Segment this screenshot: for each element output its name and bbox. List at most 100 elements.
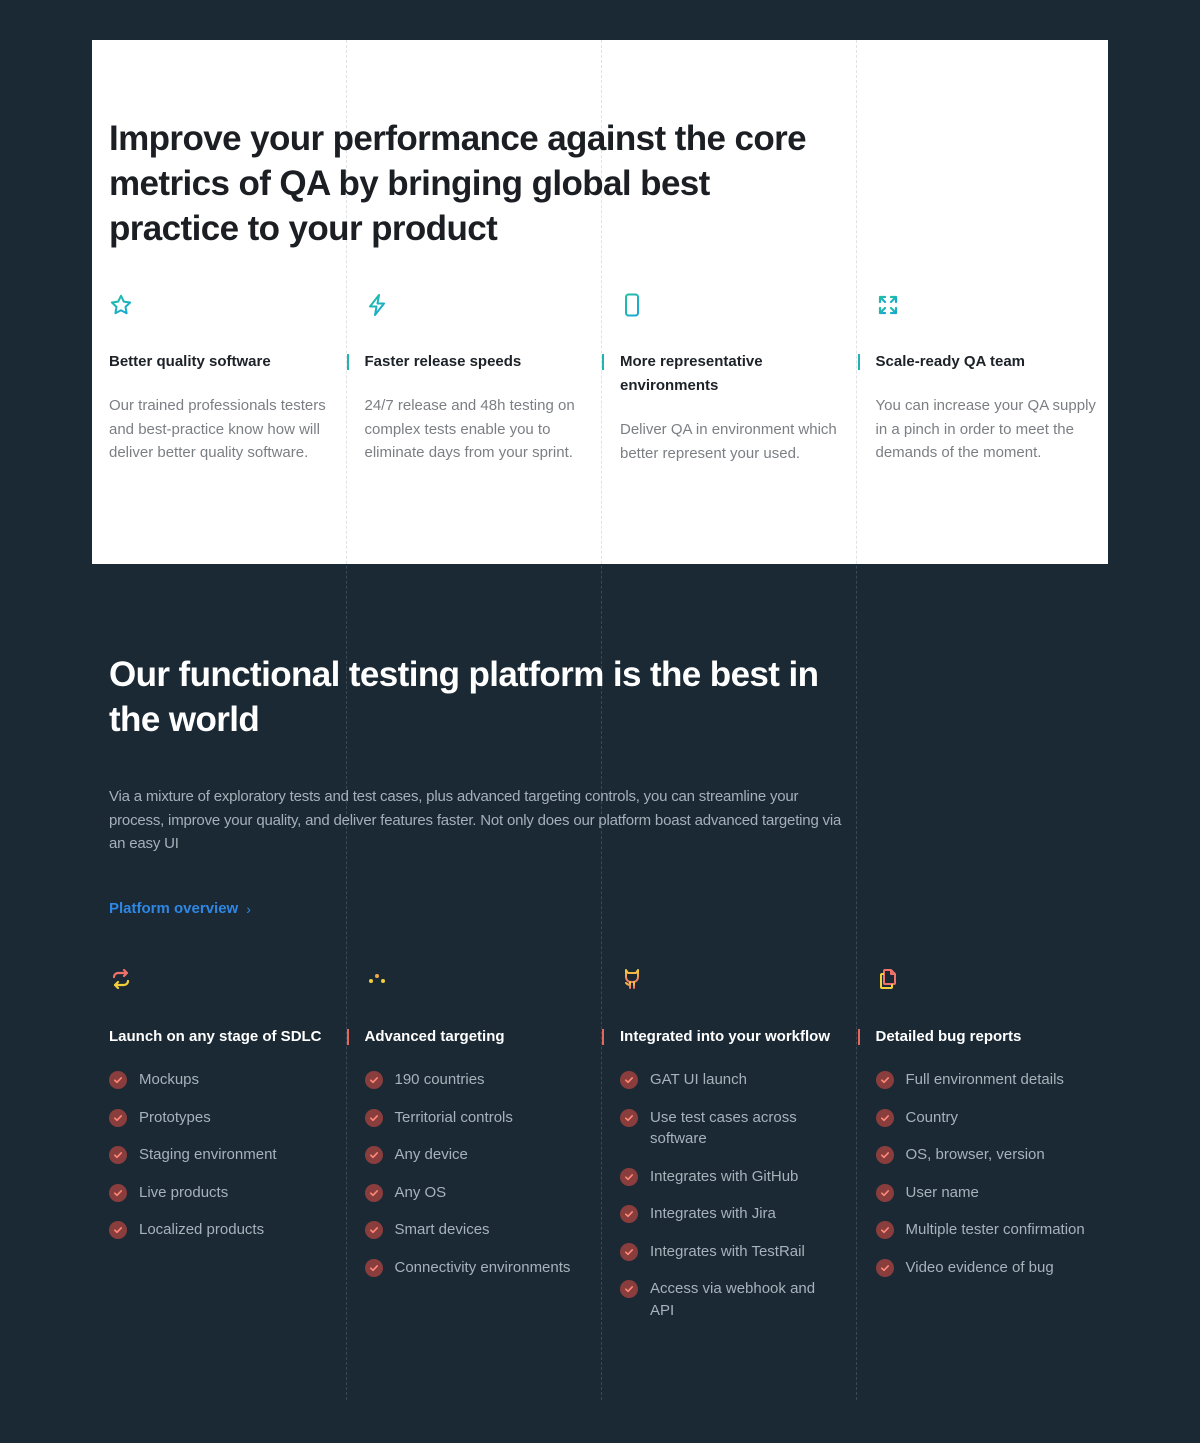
check-circle-icon xyxy=(875,1183,894,1202)
checklist-item-text: Integrates with GitHub xyxy=(650,1167,799,1185)
check-circle-icon xyxy=(364,1108,383,1127)
checklist-item-text: Integrates with Jira xyxy=(650,1205,776,1222)
check-circle-icon xyxy=(364,1221,383,1239)
checklist-item-text: Full environment details xyxy=(905,1071,1064,1088)
check-circle-icon xyxy=(620,1205,638,1223)
platform-overview-link[interactable]: Platform overview › xyxy=(109,900,251,917)
check-circle-icon xyxy=(364,1183,383,1202)
feature-title: Integrated into your workflow xyxy=(602,1025,841,1049)
checklist-item: Integrates with Jira xyxy=(620,1203,841,1225)
metric-description: 24/7 release and 48h testing on complex … xyxy=(364,397,575,461)
metric-column: Better quality software Our trained prof… xyxy=(92,292,348,465)
checklist-item: Mockups xyxy=(109,1069,330,1091)
check-circle-icon xyxy=(875,1071,894,1089)
documents-icon xyxy=(876,966,1097,992)
feature-title: Launch on any stage of SDLC xyxy=(109,1025,330,1049)
smartphone-icon xyxy=(620,292,841,318)
checklist-item: Full environment details xyxy=(875,1069,1097,1091)
feature-title: Detailed bug reports xyxy=(857,1025,1097,1049)
checklist-item: Prototypes xyxy=(109,1107,330,1129)
check-circle-icon xyxy=(875,1146,894,1164)
checklist-item: Integrates with GitHub xyxy=(620,1166,841,1188)
check-circle-icon xyxy=(364,1258,383,1277)
metric-title: Better quality software xyxy=(109,350,330,374)
metric-title-text: Scale-ready QA team xyxy=(875,353,1026,370)
sliders-icon xyxy=(365,966,586,992)
feature-checklist: GAT UI launch Use test cases across softw… xyxy=(620,1069,841,1321)
feature-title-text: Advanced targeting xyxy=(364,1028,505,1045)
check-circle-icon xyxy=(875,1258,894,1277)
feature-column: Integrated into your workflow GAT UI lau… xyxy=(602,966,859,1337)
platform-features-columns: Launch on any stage of SDLC Mockups Proto… xyxy=(92,966,1114,1337)
column-divider-accent xyxy=(857,354,860,370)
checklist-item-text: Integrates with TestRail xyxy=(650,1242,805,1260)
check-circle-icon xyxy=(620,1280,638,1298)
column-divider-accent xyxy=(346,354,349,370)
metric-title-text: Faster release speeds xyxy=(364,353,522,370)
column-divider-accent xyxy=(857,1029,860,1045)
checklist-item: 190 countries xyxy=(364,1069,586,1091)
feature-title-text: Detailed bug reports xyxy=(875,1028,1022,1045)
checklist-item: Connectivity environments xyxy=(364,1257,586,1279)
metric-title-text: Better quality software xyxy=(109,353,271,370)
core-metrics-heading: Improve your performance against the cor… xyxy=(109,119,807,248)
checklist-item-text: Smart devices xyxy=(394,1221,490,1238)
core-metrics-columns: Better quality software Our trained prof… xyxy=(92,292,1114,465)
checklist-item-text: Mockups xyxy=(139,1071,200,1088)
metric-title-text: More representative environments xyxy=(620,353,763,394)
checklist-item-text: Use test cases across software xyxy=(650,1108,797,1148)
checklist-item-text: Any device xyxy=(394,1146,468,1163)
checklist-item-text: 190 countries xyxy=(394,1071,485,1088)
checklist-item-text: OS, browser, version xyxy=(905,1146,1045,1163)
metric-description: Our trained professionals testers and be… xyxy=(109,397,326,461)
checklist-item: Country xyxy=(875,1107,1097,1129)
checklist-item-text: Territorial controls xyxy=(394,1108,513,1126)
check-circle-icon xyxy=(620,1108,638,1127)
checklist-item-text: Any OS xyxy=(394,1183,447,1201)
feature-checklist: 190 countries Territorial controls Any dev… xyxy=(364,1069,586,1279)
checklist-item: Any device xyxy=(364,1144,586,1166)
checklist-item: Use test cases across software xyxy=(620,1107,841,1150)
column-divider-accent xyxy=(602,354,604,370)
check-circle-icon xyxy=(875,1221,894,1239)
feature-column: Detailed bug reports Full environment de… xyxy=(857,966,1115,1337)
feature-checklist: Mockups Prototypes Staging environment Live… xyxy=(109,1069,330,1241)
feature-title-text: Launch on any stage of SDLC xyxy=(109,1028,322,1045)
expand-icon xyxy=(876,292,1097,318)
check-circle-icon xyxy=(109,1221,127,1239)
checklist-item: Multiple tester confirmation xyxy=(875,1219,1097,1241)
platform-intro: Via a mixture of exploratory tests and t… xyxy=(109,788,842,852)
checklist-item: Access via webhook and API xyxy=(620,1278,841,1321)
feature-checklist: Full environment details Country OS, brows… xyxy=(875,1069,1097,1279)
metric-description: You can increase your QA supply in a pin… xyxy=(875,397,1096,461)
checklist-item: Territorial controls xyxy=(364,1107,586,1129)
checklist-item-text: Connectivity environments xyxy=(394,1258,571,1276)
metric-column: Scale-ready QA team You can increase you… xyxy=(857,292,1115,465)
metric-description: Deliver QA in environment which better r… xyxy=(620,421,837,462)
check-circle-icon xyxy=(364,1071,383,1089)
check-circle-icon xyxy=(620,1167,638,1186)
lightning-icon xyxy=(365,292,586,318)
platform-overview-label: Platform overview xyxy=(109,900,239,917)
refresh-cycle-icon xyxy=(109,966,330,992)
checklist-item-text: Access via webhook and API xyxy=(650,1280,816,1319)
feature-column: Launch on any stage of SDLC Mockups Proto… xyxy=(92,966,348,1337)
check-circle-icon xyxy=(620,1071,638,1089)
checklist-item-text: Staging environment xyxy=(139,1146,277,1163)
checklist-item: Localized products xyxy=(109,1219,330,1241)
checklist-item: OS, browser, version xyxy=(875,1144,1097,1166)
metric-title: Scale-ready QA team xyxy=(857,350,1097,374)
checklist-item-text: Video evidence of bug xyxy=(905,1258,1054,1276)
metric-title: Faster release speeds xyxy=(346,350,586,374)
feature-title: Advanced targeting xyxy=(346,1025,586,1049)
check-circle-icon xyxy=(875,1108,894,1127)
checklist-item-text: GAT UI launch xyxy=(650,1071,747,1088)
column-divider-accent xyxy=(346,1029,349,1045)
check-circle-icon xyxy=(109,1071,127,1089)
checklist-item: User name xyxy=(875,1182,1097,1204)
chevron-right-icon: › xyxy=(246,900,251,917)
checklist-item-text: Live products xyxy=(139,1183,229,1201)
checklist-item: Video evidence of bug xyxy=(875,1257,1097,1279)
metric-title: More representative environments xyxy=(602,350,841,398)
checklist-item: Live products xyxy=(109,1182,330,1204)
